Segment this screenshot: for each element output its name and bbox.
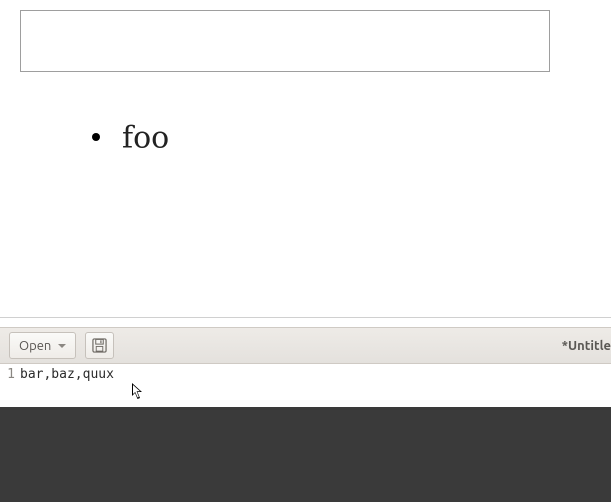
text-input-box[interactable] [20,10,550,72]
open-button-label: Open [19,339,51,353]
code-line[interactable]: bar,baz,quux [20,367,114,382]
chevron-down-icon [58,344,66,348]
bullet-list: foo [92,119,169,156]
list-item-text: foo [122,121,169,156]
save-icon [92,338,107,353]
line-number: 1 [0,364,18,388]
save-button[interactable] [85,332,114,359]
open-button[interactable]: Open [9,332,76,359]
editor-empty-area[interactable] [0,407,611,502]
document-pane: foo [0,0,611,317]
bullet-icon [92,133,100,141]
document-title: *Untitle [562,339,611,353]
editor-toolbar: Open *Untitle [0,327,611,364]
pane-divider [0,317,611,327]
